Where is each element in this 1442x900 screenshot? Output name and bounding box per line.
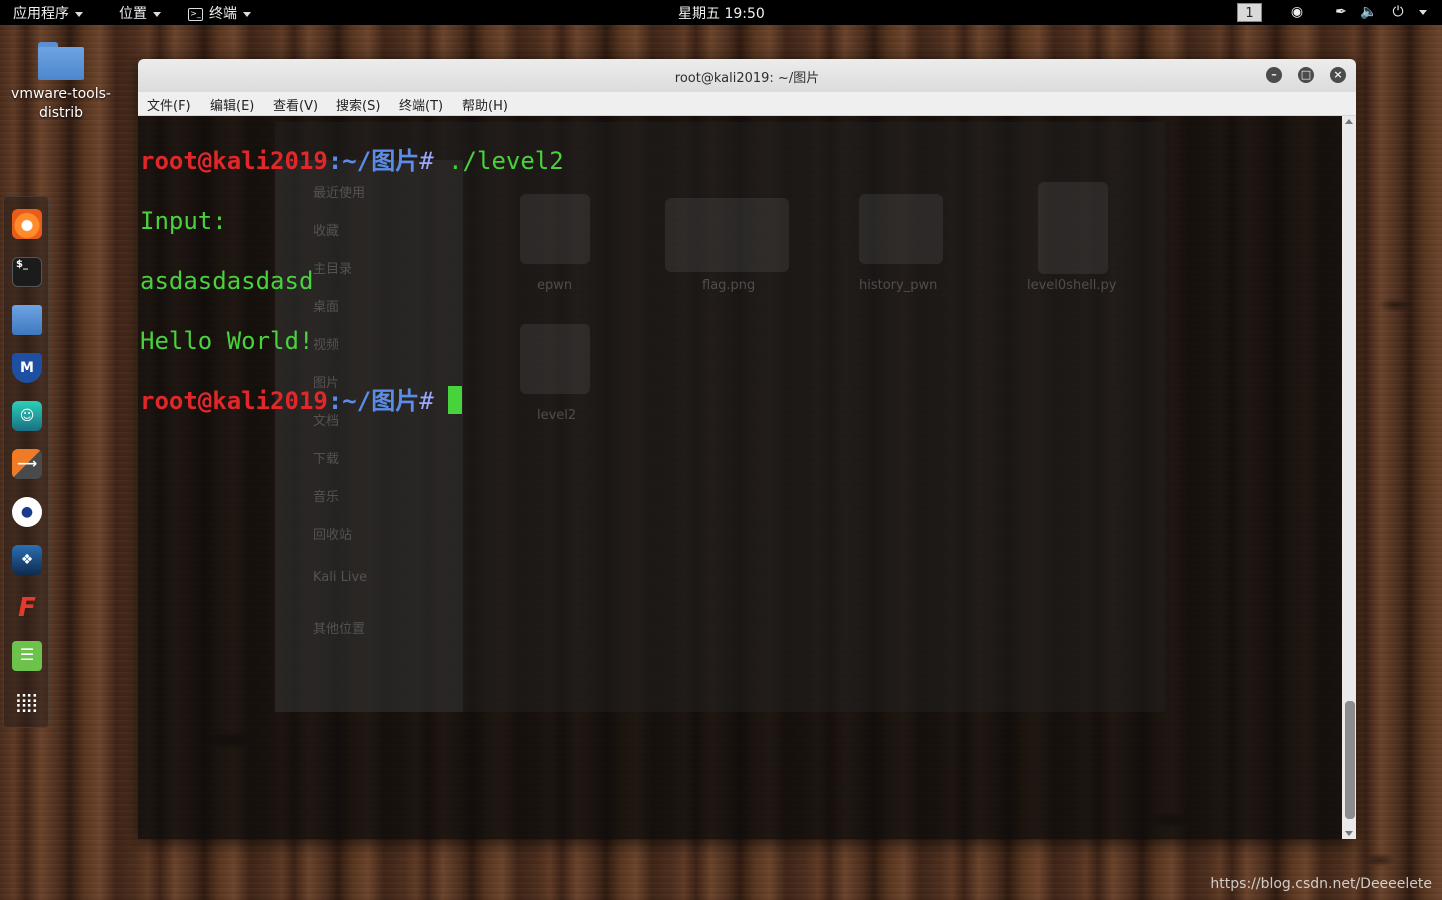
image-thumbnail-icon [665,198,789,272]
prompt-path: :~/图片 [327,387,420,415]
armitage-icon[interactable]: ☺ [12,401,42,431]
terminal-icon: >_ [188,7,203,21]
metasploit-icon[interactable]: M [12,353,42,383]
prompt-user: root@kali2019 [140,387,328,415]
menu-help[interactable]: 帮助(H) [462,95,508,114]
places-label: 位置 [119,6,147,22]
chevron-down-icon [153,11,161,17]
command-text: ./level2 [448,147,564,175]
folder-label-line1: vmware-tools- [11,86,111,102]
minimize-icon[interactable]: – [1266,67,1282,83]
scrollbar[interactable] [1342,116,1356,839]
volume-icon[interactable]: 🔈 [1360,3,1378,21]
prompt-hash: # [419,387,449,415]
terminal-body[interactable]: 最近使用 收藏 主目录 桌面 视频 图片 文档 下载 音乐 回收站 Kali L… [138,116,1356,839]
window-title: root@kali2019: ~/图片 [674,71,820,86]
ghost-file-label: history_pwn [859,278,938,293]
window-titlebar[interactable]: root@kali2019: ~/图片 – □ × [138,59,1356,93]
scroll-up-icon[interactable] [1345,119,1353,124]
ghost-sidebar-item: Kali Live [313,570,368,585]
chevron-down-icon [243,11,251,17]
applications-menu[interactable]: 应用程序 [13,3,83,23]
ghost-file-label: flag.png [702,278,756,293]
output-line: Input: [140,207,227,235]
faraday-icon[interactable]: F [12,593,42,623]
prompt-path: :~/图片 [327,147,420,175]
prompt-user: root@kali2019 [140,147,328,175]
maximize-icon[interactable]: □ [1298,67,1314,83]
output-line: asdasdasdasd [140,267,314,295]
applications-label: 应用程序 [13,6,69,22]
burpsuite-icon[interactable]: ⟶ [12,449,42,479]
folder-icon [38,42,84,80]
menu-file[interactable]: 文件(F) [147,95,191,114]
ghost-sidebar-item: 音乐 [313,490,340,505]
video-icon[interactable]: ◉ [1288,3,1306,21]
menubar: 文件(F) 编辑(E) 查看(V) 搜索(S) 终端(T) 帮助(H) [138,92,1356,116]
folder-label-line2: distrib [38,105,84,121]
terminal-output: root@kali2019:~/图片# ./level2 Input: asda… [140,116,564,476]
terminal-window[interactable]: root@kali2019: ~/图片 – □ × 文件(F) 编辑(E) 查看… [138,59,1356,839]
prompt-line: root@kali2019:~/图片# ./level2 [140,146,564,176]
menu-edit[interactable]: 编辑(E) [210,95,254,114]
chevron-down-icon [75,11,83,17]
prompt-hash: # [419,147,449,175]
pen-icon[interactable]: ✒ [1332,3,1350,21]
terminal-app-menu[interactable]: >_ 终端 [188,3,251,23]
ghost-sidebar-item: 其他位置 [313,622,366,637]
menu-view[interactable]: 查看(V) [273,95,318,114]
terminal-app-label: 终端 [209,6,237,22]
menu-terminal[interactable]: 终端(T) [399,95,443,114]
python-file-icon [1038,182,1108,274]
scrollbar-thumb[interactable] [1345,701,1355,819]
close-icon[interactable]: × [1330,67,1346,83]
terminal-icon[interactable]: $_ [12,257,42,287]
top-panel: 应用程序 位置 >_ 终端 星期五 19:50 1 ◉ ✒ 🔈 ⏻ [0,0,1442,25]
dock: $_ M ☺ ⟶ ● ❖ F ☰ ∷∷ ∷∷ [3,196,49,728]
files-icon[interactable] [12,305,42,335]
maltego-icon[interactable]: ● [12,497,42,527]
ghost-sidebar-item: 回收站 [313,528,353,543]
power-icon[interactable]: ⏻ [1389,3,1407,21]
clock[interactable]: 星期五 19:50 [678,3,765,23]
show-apps-icon[interactable]: ∷∷ ∷∷ [12,689,42,719]
firefox-icon[interactable] [12,209,42,239]
beef-icon[interactable]: ❖ [12,545,42,575]
menu-search[interactable]: 搜索(S) [336,95,380,114]
output-line: Hello World! [140,327,314,355]
chevron-down-icon[interactable] [1419,10,1427,15]
workspace-indicator[interactable]: 1 [1237,3,1262,22]
leafpad-icon[interactable]: ☰ [12,641,42,671]
watermark: https://blog.csdn.net/Deeeelete [1210,876,1432,892]
ghost-file-label: level0shell.py [1027,278,1117,293]
places-menu[interactable]: 位置 [119,3,161,23]
text-cursor [448,386,463,414]
prompt-line: root@kali2019:~/图片# [140,386,564,416]
desktop-folder-vmware-tools[interactable]: vmware-tools- distrib [8,38,114,123]
folder-icon [859,194,943,264]
scroll-down-icon[interactable] [1345,831,1353,836]
